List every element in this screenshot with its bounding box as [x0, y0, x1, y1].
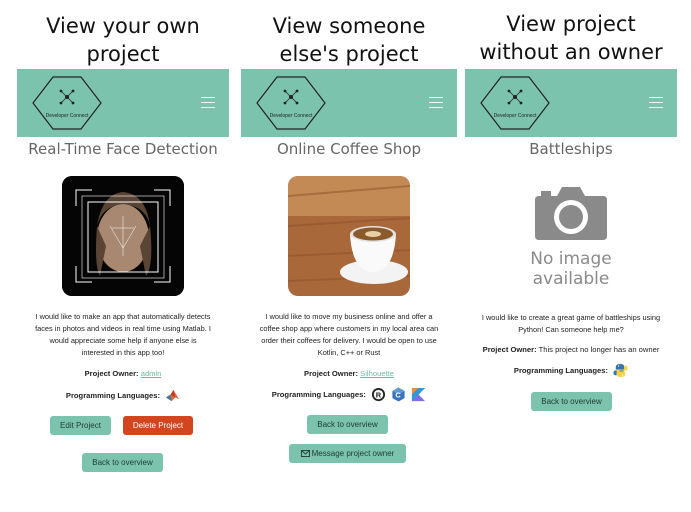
project-title: Real-Time Face Detection	[28, 140, 218, 158]
panel-heading: View someone else's project	[272, 14, 426, 66]
delete-project-button[interactable]: Delete Project	[123, 416, 193, 435]
logo-text: Developer Connect	[46, 113, 89, 119]
project-image-coffee	[288, 176, 410, 296]
developer-connect-logo[interactable]: Developer Connect	[255, 75, 327, 131]
project-description: I would like to make an app that automat…	[35, 312, 211, 357]
hamburger-menu-icon[interactable]	[201, 97, 215, 109]
project-owner-label: Project Owner:	[304, 369, 359, 378]
project-owner-label: Project Owner:	[482, 345, 537, 354]
logo-text: Developer Connect	[270, 113, 313, 119]
back-to-overview-button[interactable]: Back to overview	[307, 415, 388, 434]
matlab-icon	[166, 389, 180, 402]
programming-languages-row: Programming Languages:	[465, 363, 677, 378]
python-icon	[613, 363, 628, 378]
project-owner-link[interactable]: Silhouette	[360, 369, 394, 378]
back-to-overview-button[interactable]: Back to overview	[82, 453, 163, 472]
logo-text: Developer Connect	[494, 113, 537, 119]
svg-text:R: R	[376, 390, 382, 399]
project-owner-label: Project Owner:	[84, 369, 139, 378]
message-project-owner-button[interactable]: Message project owner	[289, 444, 406, 463]
panel-no-owner-project: View project without an owner Developer …	[465, 0, 677, 512]
no-image-text: No image available	[530, 249, 612, 289]
navbar: Developer Connect	[17, 69, 229, 137]
project-description: I would like to create a great game of b…	[481, 313, 661, 334]
project-owner-value: This project no longer has an owner	[538, 345, 660, 354]
back-to-overview-button[interactable]: Back to overview	[531, 392, 612, 411]
panel-own-project: View your own project Developer Connect …	[17, 0, 229, 512]
navbar: Developer Connect	[241, 69, 457, 137]
programming-languages-label: Programming Languages:	[513, 366, 608, 375]
edit-project-button[interactable]: Edit Project	[50, 416, 111, 435]
rust-icon: R	[371, 387, 386, 402]
panel-heading: View project without an owner	[479, 12, 663, 64]
kotlin-icon	[412, 387, 426, 402]
panel-heading: View your own project	[46, 14, 200, 66]
programming-languages-row: Programming Languages:	[17, 388, 229, 403]
project-title: Online Coffee Shop	[276, 140, 422, 158]
programming-languages-row: Programming Languages: R C	[241, 387, 457, 402]
developer-connect-logo[interactable]: Developer Connect	[479, 75, 551, 131]
project-title: Battleships	[529, 140, 613, 158]
project-image-face	[62, 176, 184, 296]
project-owner-link[interactable]: admin	[141, 369, 162, 378]
camera-icon	[535, 187, 607, 240]
project-owner-row: Project Owner: Silhouette	[241, 369, 457, 378]
developer-connect-logo[interactable]: Developer Connect	[31, 75, 103, 131]
project-owner-row: Project Owner: This project no longer ha…	[465, 345, 677, 354]
message-project-owner-label: Message project owner	[311, 449, 395, 458]
programming-languages-label: Programming Languages:	[65, 391, 160, 400]
project-description: I would like to move my business online …	[259, 312, 439, 357]
svg-text:C: C	[395, 390, 401, 399]
project-owner-row: Project Owner: admin	[17, 369, 229, 378]
programming-languages-label: Programming Languages:	[271, 390, 366, 399]
envelope-icon	[300, 450, 310, 458]
cpp-icon: C	[392, 387, 405, 402]
panel-other-project: View someone else's project Developer Co…	[241, 0, 457, 512]
no-image-placeholder: No image available	[510, 176, 632, 296]
hamburger-menu-icon[interactable]	[429, 97, 443, 109]
navbar: Developer Connect	[465, 69, 677, 137]
hamburger-menu-icon[interactable]	[649, 97, 663, 109]
